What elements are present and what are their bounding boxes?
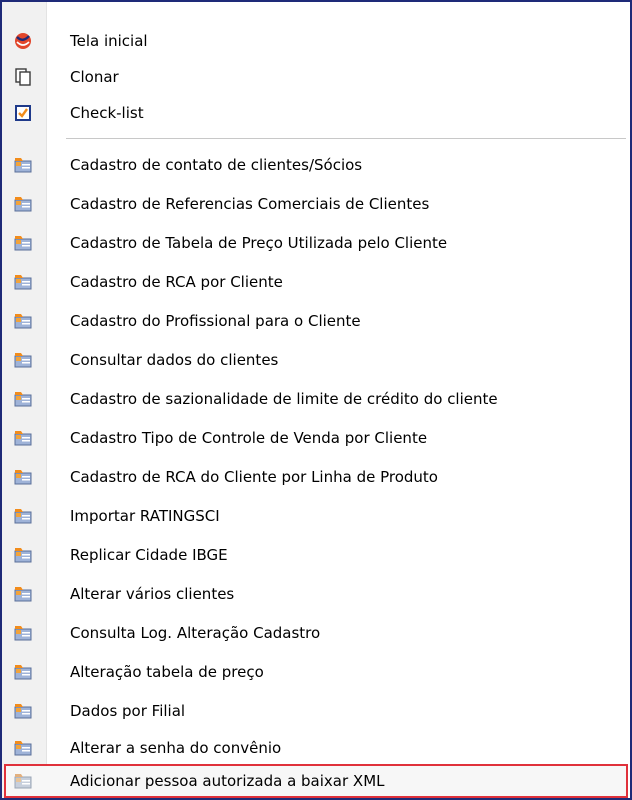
- menu-item-clonar[interactable]: Clonar: [4, 60, 628, 94]
- form-icon: [14, 351, 32, 369]
- context-menu: Tela inicial Clonar Check-list Cadastro …: [0, 0, 632, 800]
- menu-item-adicionar-pessoa-xml[interactable]: Adicionar pessoa autorizada a baixar XML: [4, 764, 628, 798]
- menu-item[interactable]: Cadastro do Profissional para o Cliente: [4, 304, 628, 338]
- form-icon: [14, 702, 32, 720]
- menu-item-label: Alterar vários clientes: [70, 585, 235, 603]
- menu-item[interactable]: Consulta Log. Alteração Cadastro: [4, 616, 628, 650]
- menu-item[interactable]: Dados por Filial: [4, 694, 628, 728]
- form-icon: [14, 468, 32, 486]
- menu-item[interactable]: Alteração tabela de preço: [4, 655, 628, 689]
- menu-item[interactable]: Cadastro de RCA do Cliente por Linha de …: [4, 460, 628, 494]
- menu-item-label: Dados por Filial: [70, 702, 186, 720]
- checkbox-checked-icon: [14, 104, 32, 122]
- menu-item-label: Importar RATINGSCI: [70, 507, 220, 525]
- menu-item-check-list[interactable]: Check-list: [4, 96, 628, 130]
- form-icon: [14, 390, 32, 408]
- menu-item-label: Consulta Log. Alteração Cadastro: [70, 624, 321, 642]
- menu-item[interactable]: Cadastro de contato de clientes/Sócios: [4, 148, 628, 182]
- menu-item-label: Alteração tabela de preço: [70, 663, 264, 681]
- menu-item-label: Adicionar pessoa autorizada a baixar XML: [70, 772, 385, 790]
- menu-item[interactable]: Cadastro Tipo de Controle de Venda por C…: [4, 421, 628, 455]
- menu-item-label: Check-list: [70, 104, 144, 122]
- form-icon: [14, 663, 32, 681]
- form-icon: [14, 234, 32, 252]
- form-icon: [14, 739, 32, 757]
- form-icon: [14, 507, 32, 525]
- form-icon: [14, 772, 32, 790]
- form-icon: [14, 585, 32, 603]
- menu-item-label: Cadastro de contato de clientes/Sócios: [70, 156, 363, 174]
- menu-item[interactable]: Cadastro de sazionalidade de limite de c…: [4, 382, 628, 416]
- menu-item-label: Consultar dados do clientes: [70, 351, 279, 369]
- menu-item-label: Cadastro de sazionalidade de limite de c…: [70, 390, 498, 408]
- menu-item[interactable]: Alterar a senha do convênio: [4, 731, 628, 765]
- menu-item[interactable]: Alterar vários clientes: [4, 577, 628, 611]
- menu-item-label: Cadastro do Profissional para o Cliente: [70, 312, 361, 330]
- menu-item-label: Alterar a senha do convênio: [70, 739, 282, 757]
- clone-pages-icon: [14, 68, 32, 86]
- form-icon: [14, 546, 32, 564]
- form-icon: [14, 195, 32, 213]
- menu-item[interactable]: Cadastro de RCA por Cliente: [4, 265, 628, 299]
- form-icon: [14, 624, 32, 642]
- home-swirl-icon: [14, 32, 32, 50]
- form-icon: [14, 156, 32, 174]
- menu-separator: [66, 138, 626, 139]
- form-icon: [14, 429, 32, 447]
- form-icon: [14, 273, 32, 291]
- menu-item-tela-inicial[interactable]: Tela inicial: [4, 24, 628, 58]
- menu-item[interactable]: Cadastro de Referencias Comerciais de Cl…: [4, 187, 628, 221]
- menu-item-label: Clonar: [70, 68, 119, 86]
- menu-item-label: Cadastro de RCA do Cliente por Linha de …: [70, 468, 438, 486]
- menu-item-label: Tela inicial: [70, 32, 148, 50]
- menu-item-label: Cadastro Tipo de Controle de Venda por C…: [70, 429, 428, 447]
- menu-item[interactable]: Replicar Cidade IBGE: [4, 538, 628, 572]
- menu-item[interactable]: Importar RATINGSCI: [4, 499, 628, 533]
- form-icon: [14, 312, 32, 330]
- menu-item-label: Cadastro de Referencias Comerciais de Cl…: [70, 195, 430, 213]
- menu-item[interactable]: Cadastro de Tabela de Preço Utilizada pe…: [4, 226, 628, 260]
- menu-item[interactable]: Consultar dados do clientes: [4, 343, 628, 377]
- menu-item-label: Replicar Cidade IBGE: [70, 546, 228, 564]
- menu-item-label: Cadastro de Tabela de Preço Utilizada pe…: [70, 234, 448, 252]
- menu-item-label: Cadastro de RCA por Cliente: [70, 273, 283, 291]
